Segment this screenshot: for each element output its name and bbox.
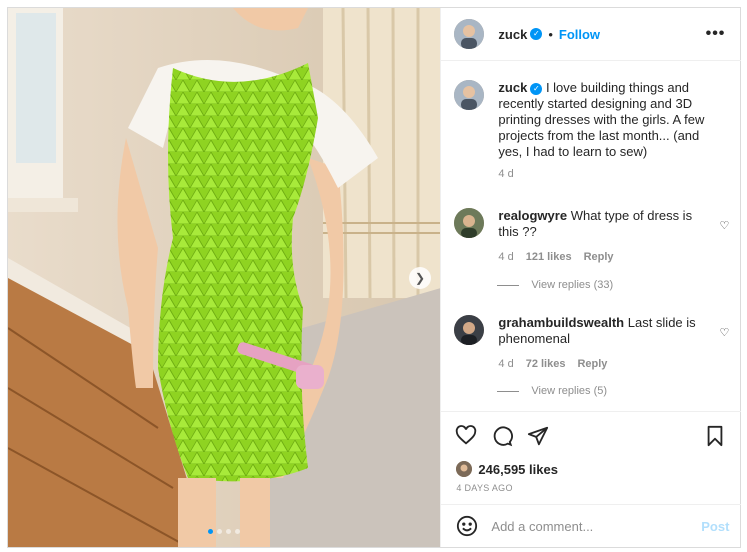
- chevron-right-icon: ❯: [414, 271, 426, 285]
- share-icon[interactable]: [526, 424, 550, 448]
- header-separator: •: [548, 26, 553, 42]
- post-actions: 246,595 likes 4 DAYS AGO: [441, 411, 742, 504]
- next-slide-button[interactable]: ❯: [409, 267, 431, 289]
- like-comment-heart-icon[interactable]: ♡: [720, 219, 730, 232]
- view-replies-divider: [497, 390, 520, 392]
- carousel-dots: [208, 529, 240, 534]
- caption-time[interactable]: 4 d: [498, 166, 513, 182]
- post-dialog: ❯ zuck ✓ • Follow ••• zuck ✓ I love buil…: [7, 7, 742, 548]
- post-sidebar: zuck ✓ • Follow ••• zuck ✓ I love buildin…: [440, 8, 742, 547]
- avatar[interactable]: [454, 208, 485, 238]
- view-replies-button[interactable]: View replies (33): [497, 279, 613, 291]
- more-options-icon[interactable]: •••: [706, 25, 726, 43]
- likes-summary[interactable]: 246,595 likes: [456, 461, 558, 477]
- carousel-dot: [235, 529, 240, 534]
- post-photo: [8, 8, 441, 547]
- post-author-username[interactable]: zuck: [498, 27, 527, 42]
- verified-badge-icon: ✓: [530, 28, 543, 40]
- comment-composer: Post: [441, 504, 742, 547]
- emoji-icon[interactable]: [455, 514, 479, 538]
- avatar[interactable]: [454, 19, 485, 49]
- likes-count[interactable]: 246,595 likes: [478, 462, 558, 477]
- comment-username[interactable]: realogwyre: [498, 208, 567, 223]
- caption: zuck ✓ I love building things and recentl…: [454, 80, 729, 182]
- comment-time[interactable]: 4 d: [498, 249, 513, 265]
- avatar[interactable]: [454, 80, 485, 110]
- view-replies-label: View replies (5): [531, 385, 608, 397]
- post-media[interactable]: ❯: [8, 8, 441, 547]
- comment-likes[interactable]: 72 likes: [526, 356, 566, 372]
- comment-time[interactable]: 4 d: [498, 356, 513, 372]
- comment-icon[interactable]: [490, 424, 514, 448]
- comment-username[interactable]: grahambuildswealth: [498, 315, 624, 330]
- carousel-dot: [217, 529, 222, 534]
- post-header: zuck ✓ • Follow •••: [441, 8, 742, 61]
- verified-badge-icon: ✓: [530, 82, 543, 95]
- caption-text: I love building things and recently star…: [498, 80, 705, 159]
- post-date[interactable]: 4 DAYS AGO: [456, 483, 512, 493]
- comment: realogwyre What type of dress is this ??…: [454, 208, 729, 265]
- view-replies-divider: [497, 284, 520, 286]
- carousel-dot: [226, 529, 231, 534]
- caption-username[interactable]: zuck: [498, 80, 527, 95]
- view-replies-label: View replies (33): [531, 279, 614, 291]
- heart-icon[interactable]: [454, 424, 478, 448]
- follow-button[interactable]: Follow: [559, 27, 600, 42]
- carousel-dot: [208, 529, 213, 534]
- avatar[interactable]: [454, 315, 485, 345]
- avatar: [456, 461, 473, 477]
- reply-button[interactable]: Reply: [577, 356, 607, 372]
- reply-button[interactable]: Reply: [584, 249, 614, 265]
- view-replies-button[interactable]: View replies (5): [497, 385, 607, 397]
- post-comment-button[interactable]: Post: [701, 519, 729, 534]
- bookmark-icon[interactable]: [703, 424, 727, 448]
- comment-likes[interactable]: 121 likes: [526, 249, 572, 265]
- comment: grahambuildswealth Last slide is phenome…: [454, 315, 729, 372]
- like-comment-heart-icon[interactable]: ♡: [720, 326, 730, 339]
- comment-input[interactable]: [491, 518, 692, 534]
- comments-list[interactable]: zuck ✓ I love building things and recentl…: [441, 62, 741, 412]
